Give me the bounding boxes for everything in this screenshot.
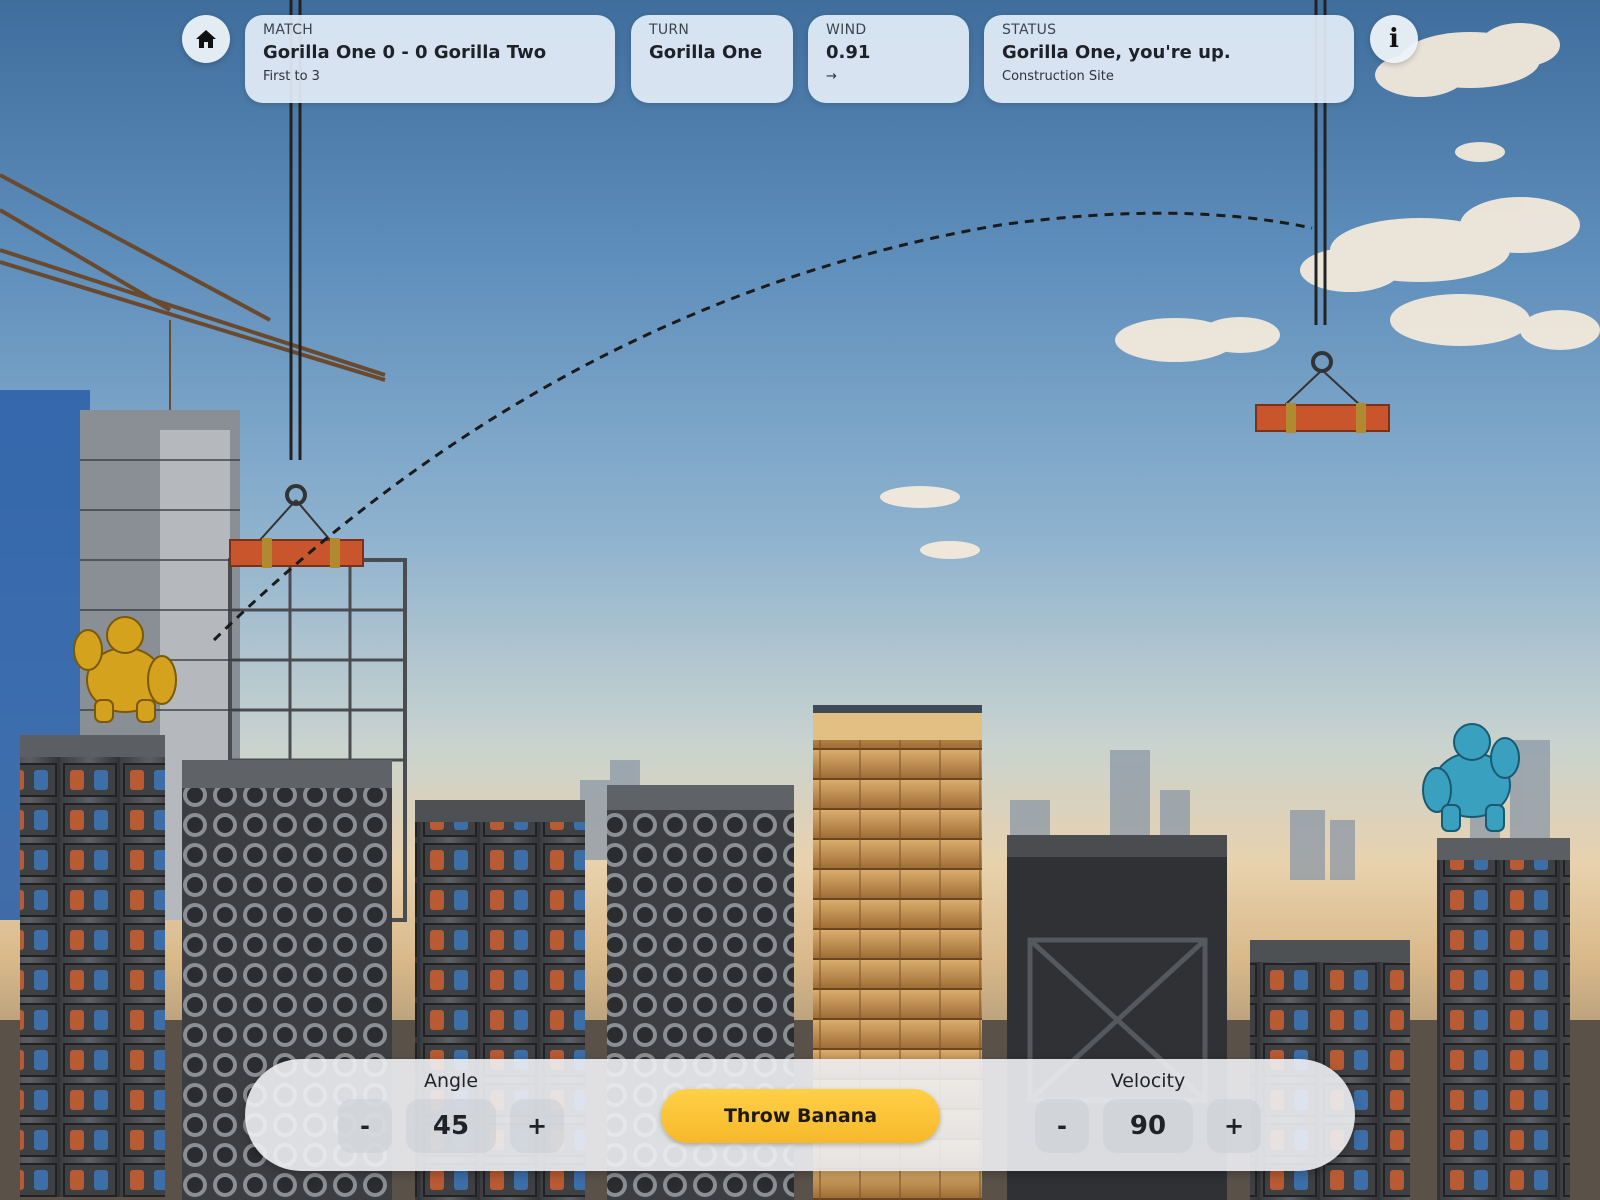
girder-right	[1255, 351, 1390, 433]
status-message: Gorilla One, you're up.	[1002, 42, 1231, 63]
angle-increase-button[interactable]: +	[510, 1099, 564, 1153]
girder-left	[229, 484, 364, 568]
wind-key: WIND	[826, 22, 867, 38]
velocity-decrease-button[interactable]: -	[1035, 1099, 1089, 1153]
scene-art	[0, 0, 1600, 1200]
wind-direction-icon: →	[826, 69, 837, 84]
velocity-increase-button[interactable]: +	[1207, 1099, 1261, 1153]
gorilla-two	[1422, 723, 1520, 832]
info-icon: i	[1389, 24, 1399, 54]
match-score: Gorilla One 0 - 0 Gorilla Two	[263, 42, 547, 63]
game-scene	[0, 0, 1600, 1200]
home-icon	[196, 30, 216, 48]
velocity-label: Velocity	[1110, 1070, 1186, 1092]
info-button[interactable]: i	[1370, 15, 1418, 63]
tower-crane	[0, 173, 386, 410]
clouds	[880, 23, 1600, 559]
velocity-value: 90	[1103, 1099, 1193, 1153]
angle-decrease-button[interactable]: -	[338, 1099, 392, 1153]
tower-1	[20, 735, 165, 1197]
home-button[interactable]	[182, 15, 230, 63]
status-key: STATUS	[1002, 22, 1057, 38]
angle-label: Angle	[423, 1070, 479, 1092]
match-card: MATCH Gorilla One 0 - 0 Gorilla Two Firs…	[245, 15, 615, 103]
turn-card: TURN Gorilla One	[631, 15, 793, 103]
wind-card: WIND 0.91 →	[808, 15, 969, 103]
angle-value: 45	[406, 1099, 496, 1153]
status-card: STATUS Gorilla One, you're up. Construct…	[984, 15, 1354, 103]
match-key: MATCH	[263, 22, 314, 38]
status-level: Construction Site	[1002, 69, 1114, 84]
wind-value: 0.91	[826, 42, 871, 63]
throw-banana-button[interactable]: Throw Banana	[661, 1089, 940, 1143]
turn-value: Gorilla One	[649, 42, 763, 63]
match-target: First to 3	[263, 69, 320, 84]
tower-8	[1437, 838, 1570, 1200]
banana-trajectory	[212, 211, 1313, 642]
turn-key: TURN	[649, 22, 690, 38]
